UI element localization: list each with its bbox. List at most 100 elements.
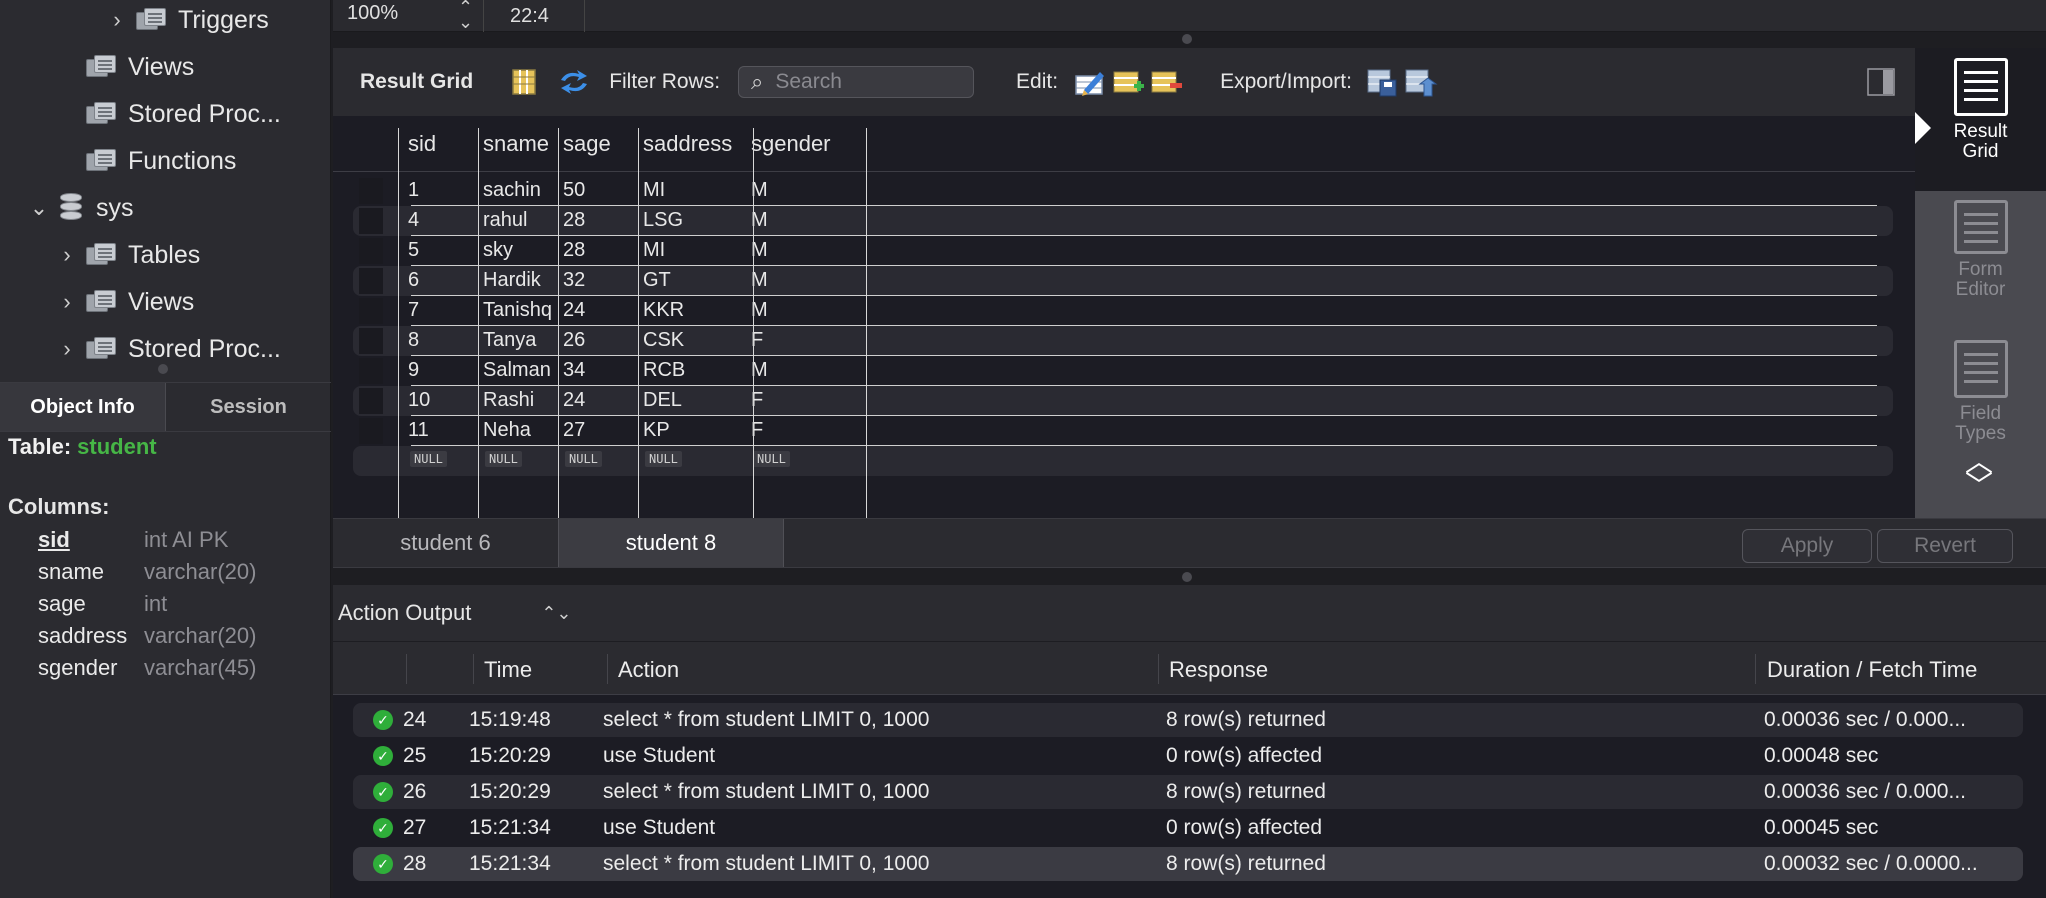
tree-item[interactable]: ›Views [56, 47, 194, 87]
action-row[interactable]: ✓ 27 15:21:34 use Student 0 row(s) affected 0… [353, 811, 2023, 845]
grid-cell[interactable]: LSG [643, 209, 683, 232]
grid-cell[interactable]: 7 [408, 299, 419, 322]
row-selector[interactable] [359, 298, 383, 324]
row-selector[interactable] [359, 268, 383, 294]
edit-row-icon[interactable] [1074, 68, 1105, 96]
header-response[interactable]: Response [1169, 657, 1268, 683]
tree-item[interactable]: ›Views [56, 282, 194, 322]
chevron-right-icon[interactable]: › [56, 289, 78, 315]
action-row[interactable]: ✓ 24 15:19:48 select * from student LIMIT 0… [353, 703, 2023, 737]
header-action[interactable]: Action [618, 657, 679, 683]
table-row[interactable]: 8 Tanya 26 CSK F [353, 326, 1893, 356]
header-duration[interactable]: Duration / Fetch Time [1767, 657, 1977, 683]
delete-row-icon[interactable] [1150, 68, 1183, 96]
action-row[interactable]: ✓ 28 15:21:34 select * from student LIMIT 0… [353, 847, 2023, 881]
row-selector[interactable] [359, 418, 383, 444]
tab-student-6[interactable]: student 6 [333, 519, 558, 567]
row-selector[interactable] [359, 388, 383, 414]
grid-cell[interactable]: CSK [643, 329, 684, 352]
tab-object-info[interactable]: Object Info [0, 383, 166, 431]
grid-cell[interactable]: 8 [408, 329, 419, 352]
grid-cell[interactable]: GT [643, 269, 671, 292]
tree-item[interactable]: ›Stored Proc... [56, 94, 281, 134]
tab-session[interactable]: Session [166, 383, 331, 431]
grid-cell[interactable]: 32 [563, 269, 585, 292]
grid-cell[interactable]: KKR [643, 299, 684, 322]
output-selector-chevron-icon[interactable]: ⌃⌄ [541, 603, 571, 624]
filter-search-box[interactable]: ⌕ [738, 66, 975, 98]
table-row[interactable]: 4 rahul 28 LSG M [353, 206, 1893, 236]
result-grid-view-button[interactable]: Result Grid [1915, 48, 2046, 191]
zoom-stepper-icon[interactable]: ⌃ ⌄ [458, 0, 473, 31]
grid-cell[interactable]: Rashi [483, 389, 534, 412]
grid-cell[interactable]: 10 [408, 389, 430, 412]
grid-cell[interactable]: 24 [563, 299, 585, 322]
splitter-handle-bottom[interactable] [1182, 572, 1192, 582]
tree-item[interactable]: ›Functions [56, 141, 236, 181]
revert-button[interactable]: Revert [1877, 529, 2013, 563]
action-row[interactable]: ✓ 25 15:20:29 use Student 0 row(s) affected 0… [353, 739, 2023, 773]
grid-cell[interactable]: Tanishq [483, 299, 552, 322]
tree-item[interactable]: › Tables [56, 235, 200, 275]
grid-cell[interactable]: 5 [408, 239, 419, 262]
grid-cell[interactable]: 6 [408, 269, 419, 292]
row-selector[interactable] [359, 178, 383, 204]
grid-cell[interactable]: 24 [563, 389, 585, 412]
grid-cell[interactable]: sachin [483, 179, 541, 202]
table-row[interactable]: 1 sachin 50 MI M [353, 176, 1893, 206]
column-header[interactable]: sname [483, 131, 549, 157]
table-row[interactable]: 10 Rashi 24 DEL F [353, 386, 1893, 416]
grid-cell[interactable]: DEL [643, 389, 682, 412]
grid-cell[interactable]: rahul [483, 209, 527, 232]
row-selector[interactable] [359, 208, 383, 234]
column-header[interactable]: sage [563, 131, 611, 157]
filter-search-input[interactable] [775, 70, 946, 94]
grid-cell[interactable]: 28 [563, 209, 585, 232]
chevron-right-icon[interactable]: › [106, 7, 128, 33]
grid-cell[interactable]: MI [643, 179, 665, 202]
grid-cell[interactable]: RCB [643, 359, 685, 382]
tab-student-8[interactable]: student 8 [558, 519, 784, 567]
grid-columns-icon[interactable] [511, 68, 541, 96]
chevron-right-icon[interactable]: › [56, 242, 78, 268]
table-row[interactable]: 11 Neha 27 KP F [353, 416, 1893, 446]
grid-cell[interactable]: 50 [563, 179, 585, 202]
column-header[interactable]: sid [408, 131, 436, 157]
table-row[interactable]: 6 Hardik 32 GT M [353, 266, 1893, 296]
column-header[interactable]: sgender [751, 131, 831, 157]
grid-cell[interactable]: 11 [408, 419, 429, 442]
panel-scroll-chevrons-icon[interactable]: ︿ ﹀ [1965, 448, 1993, 500]
add-row-icon[interactable] [1112, 68, 1145, 96]
grid-cell[interactable]: KP [643, 419, 670, 442]
chevron-down-icon[interactable]: ⌄ [28, 195, 50, 221]
apply-button[interactable]: Apply [1742, 529, 1872, 563]
grid-cell[interactable]: 34 [563, 359, 585, 382]
grid-cell[interactable]: Tanya [483, 329, 536, 352]
grid-cell[interactable]: 9 [408, 359, 419, 382]
import-icon[interactable] [1404, 68, 1438, 97]
export-icon[interactable] [1366, 68, 1397, 97]
new-row[interactable]: NULL NULL NULL NULL NULL [353, 446, 1893, 476]
grid-cell[interactable]: Salman [483, 359, 551, 382]
zoom-level[interactable]: 100% [347, 2, 398, 25]
row-selector[interactable] [359, 238, 383, 264]
table-row[interactable]: 5 sky 28 MI M [353, 236, 1893, 266]
tree-item[interactable]: ⌄ sys [28, 188, 134, 228]
toggle-panel-icon[interactable] [1867, 68, 1895, 96]
field-types-button[interactable]: Field Types [1915, 340, 2046, 460]
row-selector[interactable] [359, 328, 383, 354]
form-editor-button[interactable]: Form Editor [1915, 200, 2046, 300]
table-row[interactable]: 9 Salman 34 RCB M [353, 356, 1893, 386]
grid-cell[interactable]: MI [643, 239, 665, 262]
grid-cell[interactable]: 26 [563, 329, 585, 352]
grid-cell[interactable]: sky [483, 239, 513, 262]
output-selector[interactable]: Action Output [338, 600, 471, 626]
chevron-right-icon[interactable]: › [56, 336, 78, 362]
splitter-handle-top[interactable] [1182, 34, 1192, 44]
action-row[interactable]: ✓ 26 15:20:29 select * from student LIMIT 0… [353, 775, 2023, 809]
column-header[interactable]: saddress [643, 131, 732, 157]
result-grid[interactable]: sid sname sage saddress sgender 1 sachin 50 MI M… [333, 116, 1915, 518]
row-selector[interactable] [359, 358, 383, 384]
grid-cell[interactable]: 4 [408, 209, 419, 232]
refresh-icon[interactable] [557, 68, 591, 96]
